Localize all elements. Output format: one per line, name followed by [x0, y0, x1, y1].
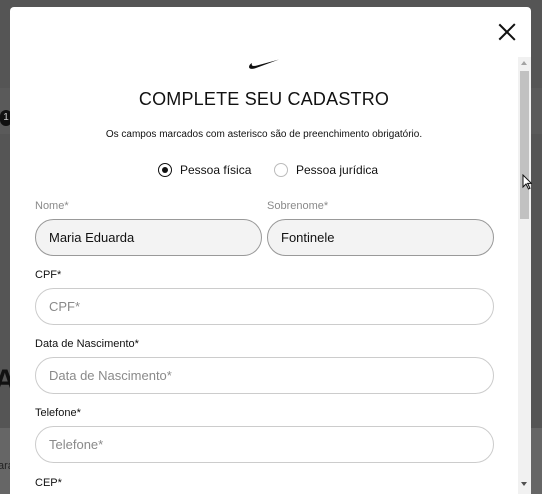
radio-selected-icon	[158, 163, 172, 177]
radio-pessoa-juridica[interactable]: Pessoa jurídica	[274, 163, 378, 177]
page-title: COMPLETE SEU CADASTRO	[138, 89, 390, 109]
mouse-cursor-icon	[522, 174, 532, 190]
sobrenome-value: Fontinele	[281, 230, 335, 245]
swoosh-icon	[249, 59, 279, 69]
telefone-placeholder: Telefone*	[49, 437, 104, 452]
cpf-field[interactable]: CPF*	[35, 288, 494, 325]
close-icon[interactable]	[495, 20, 519, 44]
nascimento-label: Data de Nascimento*	[35, 338, 139, 350]
nome-label: Nome*	[35, 200, 69, 212]
sobrenome-field[interactable]: Fontinele	[267, 219, 494, 256]
nome-value: Maria Eduarda	[49, 230, 135, 245]
telefone-label: Telefone*	[35, 407, 81, 419]
radio-unselected-icon	[274, 163, 288, 177]
cep-label: CEP*	[35, 477, 62, 489]
scrollbar[interactable]	[518, 57, 531, 494]
nascimento-placeholder: Data de Nascimento*	[49, 368, 172, 383]
telefone-field[interactable]: Telefone*	[35, 426, 494, 463]
required-fields-note: Os campos marcados com asterisco são de …	[105, 129, 423, 140]
scrollbar-thumb[interactable]	[520, 71, 529, 219]
scroll-up-icon[interactable]	[521, 61, 527, 65]
cpf-placeholder: CPF*	[49, 299, 81, 314]
cpf-label: CPF*	[35, 269, 62, 281]
signup-modal: COMPLETE SEU CADASTRO Os campos marcados…	[10, 7, 531, 494]
sobrenome-label: Sobrenome*	[267, 200, 329, 212]
nascimento-field[interactable]: Data de Nascimento*	[35, 357, 494, 394]
radio-label: Pessoa física	[180, 163, 252, 177]
radio-label: Pessoa jurídica	[296, 163, 379, 177]
radio-pessoa-fisica[interactable]: Pessoa física	[158, 163, 251, 177]
nome-field[interactable]: Maria Eduarda	[35, 219, 262, 256]
scroll-down-icon[interactable]	[521, 482, 527, 486]
